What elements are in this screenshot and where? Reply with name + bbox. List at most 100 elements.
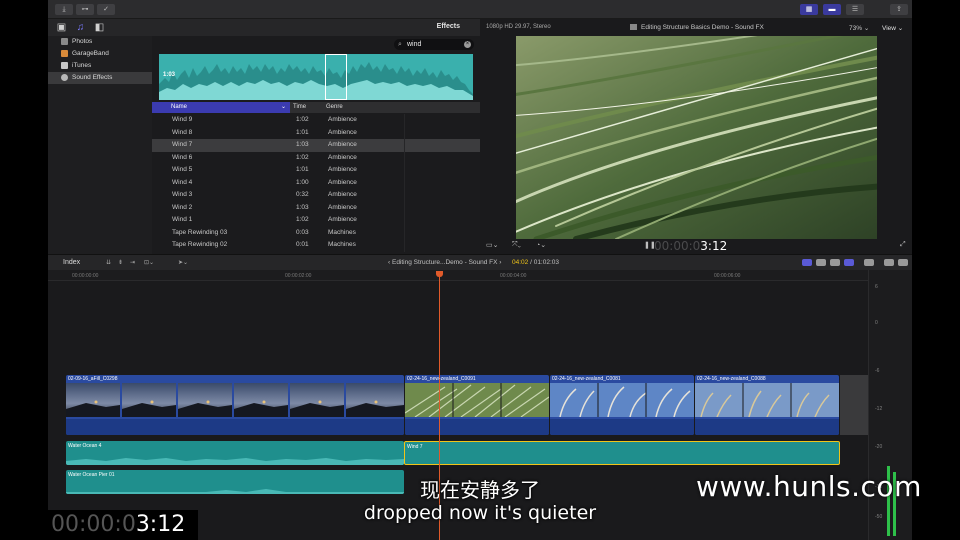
viewer-timecode: 00:00:03:12 bbox=[654, 239, 727, 253]
list-item[interactable]: Tape Rewinding 03 0:03 Machines bbox=[152, 226, 480, 239]
view-label: View bbox=[882, 25, 896, 32]
sound-time: 0:01 bbox=[296, 241, 309, 248]
audio-clip[interactable]: Water Ocean 4 bbox=[66, 441, 404, 465]
column-divider bbox=[404, 139, 405, 152]
list-item[interactable]: Wind 8 1:01 Ambience bbox=[152, 126, 480, 139]
effects-browser-icon[interactable] bbox=[884, 259, 894, 266]
column-divider bbox=[404, 114, 405, 127]
audio-waveform-preview[interactable]: 1:03 bbox=[159, 54, 473, 100]
list-item[interactable]: Tape Rewinding 02 0:01 Machines bbox=[152, 239, 480, 252]
transform-tool-icon[interactable]: ⤧⌄ bbox=[512, 241, 521, 249]
sidebar-item-label: GarageBand bbox=[72, 50, 109, 57]
insert-clip-icon[interactable]: ⇟ bbox=[118, 259, 123, 266]
fullscreen-icon[interactable]: ⤢ bbox=[900, 241, 906, 249]
view-menu[interactable]: View ⌄ bbox=[882, 24, 903, 32]
media-sidebar: Photos GarageBand iTunes Sound Effects bbox=[48, 36, 152, 254]
libraries-icon[interactable]: ▣ bbox=[56, 22, 67, 33]
sound-name: Wind 1 bbox=[172, 216, 193, 223]
list-item[interactable]: Wind 7 1:03 Ambience bbox=[152, 139, 480, 152]
sound-name: Wind 4 bbox=[172, 178, 193, 186]
selection-range[interactable] bbox=[325, 54, 347, 100]
zoom-value: 73% bbox=[849, 25, 863, 32]
solo-icon[interactable] bbox=[830, 259, 840, 266]
clip-label: Wind 7 bbox=[407, 444, 423, 450]
gap-clip[interactable] bbox=[840, 375, 868, 435]
clip-audio-strip bbox=[550, 419, 694, 435]
sound-time: 1:01 bbox=[296, 128, 309, 136]
video-clip[interactable]: 02-24-16_new-zealand_C0081 bbox=[550, 375, 694, 435]
sound-name: Wind 6 bbox=[172, 153, 193, 161]
sound-genre: Ambience bbox=[328, 166, 357, 173]
column-divider bbox=[404, 126, 405, 139]
list-item[interactable]: Wind 1 1:02 Ambience bbox=[152, 214, 480, 227]
list-item[interactable]: Wind 9 1:02 Ambience bbox=[152, 114, 480, 127]
garageband-icon bbox=[61, 50, 68, 57]
audio-clip-selected[interactable]: Wind 7 bbox=[404, 441, 840, 465]
clip-audio-strip bbox=[66, 419, 404, 435]
layout-browser-button[interactable]: ▦ bbox=[800, 4, 818, 15]
list-item[interactable]: Wind 4 1:00 Ambience bbox=[152, 176, 480, 189]
sidebar-item-sound-effects[interactable]: Sound Effects bbox=[48, 72, 152, 84]
project-title-text: Editing Structure...Demo - Sound FX bbox=[391, 259, 498, 266]
list-item[interactable]: Wind 2 1:03 Ambience bbox=[152, 201, 480, 214]
sound-name: Wind 8 bbox=[172, 128, 193, 136]
sound-genre: Ambience bbox=[328, 191, 357, 198]
snapping-icon[interactable] bbox=[844, 259, 854, 266]
share-icon[interactable]: ⇪ bbox=[890, 4, 908, 15]
skimming-icon[interactable] bbox=[802, 259, 812, 266]
subtitle-english: dropped now it's quieter bbox=[363, 502, 597, 524]
column-genre[interactable]: Genre bbox=[326, 102, 343, 113]
append-clip-icon[interactable]: ⇥ bbox=[130, 259, 135, 266]
sound-genre: Machines bbox=[328, 241, 356, 248]
timecode-bright: 3:12 bbox=[700, 239, 728, 253]
sound-genre: Ambience bbox=[328, 203, 357, 211]
timecode-dim: 00:00:0 bbox=[654, 239, 701, 253]
media-icon[interactable]: ♫ bbox=[75, 22, 86, 33]
ruler-tick: 00:00:02:00 bbox=[285, 273, 312, 279]
sound-time: 1:02 bbox=[296, 153, 309, 161]
video-clip[interactable]: 02-09-16_aFill_C0298 bbox=[66, 375, 404, 435]
select-tool-icon[interactable]: ➤⌄ bbox=[178, 259, 188, 266]
key-icon[interactable]: ⊶ bbox=[76, 4, 94, 15]
sidebar-item-garageband[interactable]: GarageBand bbox=[48, 48, 152, 60]
transitions-browser-icon[interactable] bbox=[898, 259, 908, 266]
column-time[interactable]: Time bbox=[293, 102, 306, 113]
column-divider bbox=[404, 226, 405, 239]
overwrite-clip-icon[interactable]: ⊡⌄ bbox=[144, 259, 154, 266]
index-button[interactable]: Index bbox=[63, 259, 80, 266]
inspector-button[interactable]: ☰ bbox=[846, 4, 864, 15]
sidebar-item-photos[interactable]: Photos bbox=[48, 36, 152, 48]
column-divider bbox=[404, 164, 405, 177]
timeline-ruler[interactable]: 00:00:00:00 00:00:02:00 00:00:04:00 00:0… bbox=[48, 270, 868, 281]
sidebar-item-label: Sound Effects bbox=[72, 74, 113, 81]
waveform-duration: 1:03 bbox=[163, 72, 176, 78]
clip-appearance-icon[interactable] bbox=[864, 259, 874, 266]
sidebar-item-label: Photos bbox=[72, 38, 93, 45]
sound-genre: Ambience bbox=[328, 128, 357, 136]
effects-label[interactable]: Effects bbox=[437, 23, 460, 30]
clear-search-icon[interactable]: × bbox=[464, 41, 471, 48]
check-circle-icon[interactable]: ✓ bbox=[97, 4, 115, 15]
speed-icon[interactable]: ◔⌄ bbox=[536, 241, 546, 249]
column-name[interactable]: Name ⌄ bbox=[152, 102, 290, 113]
view-options-icon[interactable]: ▭⌄ bbox=[486, 241, 498, 249]
connect-clip-icon[interactable]: ⇊ bbox=[106, 259, 111, 266]
sidebar-item-itunes[interactable]: iTunes bbox=[48, 60, 152, 72]
video-clip[interactable]: 02-24-16_new-zealand_C0091 bbox=[405, 375, 549, 435]
layout-timeline-button[interactable]: ▬ bbox=[823, 4, 841, 15]
meter-label: 0 bbox=[875, 320, 878, 326]
audio-skimming-icon[interactable] bbox=[816, 259, 826, 266]
video-clip[interactable]: 02-24-16_new-zealand_C0088 bbox=[695, 375, 839, 435]
current-time: 04:02 bbox=[512, 259, 529, 266]
sound-time: 1:03 bbox=[296, 141, 309, 148]
viewer-title: Editing Structure Basics Demo - Sound FX bbox=[630, 24, 764, 31]
zoom-select[interactable]: 73% ⌄ bbox=[849, 24, 869, 32]
list-item[interactable]: Wind 3 0:32 Ambience bbox=[152, 189, 480, 202]
download-arrow-icon[interactable]: ⤓ bbox=[55, 4, 73, 15]
column-divider bbox=[404, 189, 405, 202]
sound-time: 0:32 bbox=[296, 191, 309, 198]
search-input[interactable]: ⌕ wind × bbox=[394, 39, 474, 50]
list-item[interactable]: Wind 6 1:02 Ambience bbox=[152, 151, 480, 164]
list-item[interactable]: Wind 5 1:01 Ambience bbox=[152, 164, 480, 177]
titles-icon[interactable]: ◧ bbox=[94, 22, 105, 33]
